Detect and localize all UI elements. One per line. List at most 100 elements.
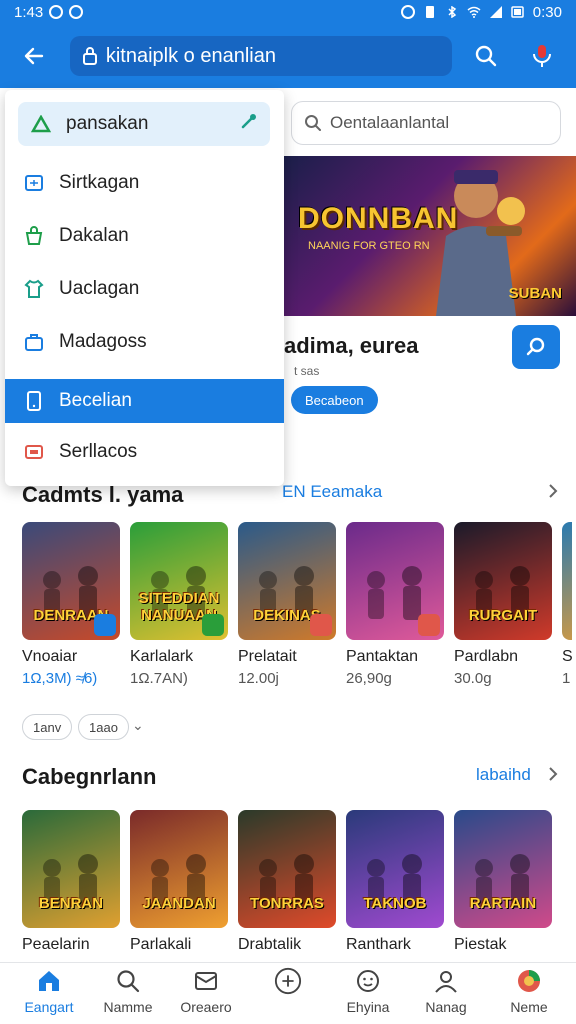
tag-icon [23, 441, 45, 463]
game-meta: 26,90g [346, 670, 392, 687]
nav-label: Nanag [425, 999, 467, 1015]
section-link[interactable]: labaihd [476, 765, 531, 785]
chevron-right-icon[interactable] [546, 767, 560, 781]
game-card[interactable]: S1 [562, 522, 572, 687]
game-card[interactable]: DEKINAS Prelatait 12.00j [238, 522, 336, 687]
search-icon [114, 967, 142, 995]
arrow-left-icon [24, 47, 44, 65]
menu-item-6[interactable]: Serllacos [5, 430, 284, 474]
game-card[interactable]: RURGAIT Pardlabn 30.0g [454, 522, 552, 687]
platform-badge-icon [418, 614, 440, 636]
search-input[interactable]: kitnaiplk o enanlian [69, 36, 453, 76]
game-meta: 12.00j [238, 670, 279, 687]
nav-item-create[interactable] [248, 967, 328, 1023]
game-title: Piestak [454, 936, 507, 953]
app-bar: kitnaiplk o enanlian [0, 24, 576, 88]
filter-chip[interactable]: 1aao [78, 714, 129, 740]
battery-icon [511, 6, 524, 18]
game-cover-image: RARTAIN [454, 810, 552, 928]
section-link[interactable]: EN Eeamaka [282, 482, 382, 502]
menu-item-3[interactable]: Uaclagan [5, 267, 284, 311]
game-cover-image [346, 522, 444, 640]
nav-item-inbox[interactable]: Oreaero [166, 967, 246, 1023]
game-cover-title: JAANDAN [142, 895, 216, 912]
game-title: Prelatait [238, 648, 297, 665]
menu-item-5[interactable]: Becelian [5, 379, 284, 423]
game-title: Pardlabn [454, 648, 519, 665]
game-title: S [562, 648, 572, 665]
game-cover-image: DENRAAN [22, 522, 120, 640]
platform-badge-icon [202, 614, 224, 636]
game-card[interactable]: RARTAIN Piestak [454, 810, 552, 954]
game-title: Karlalark [130, 648, 194, 665]
menu-item-4[interactable]: Madagoss [5, 320, 284, 364]
bottom-navigation: Eangart Namme Oreaero Ehyina Nanag Neme [0, 962, 576, 1024]
phone-icon [23, 390, 45, 412]
hero-banner[interactable]: DONNBAN NAANIG FOR GTEO RN SUBAN [284, 156, 576, 316]
category-dropdown-menu: pansakan Sirtkagan Dakalan Uaclagan Mada… [5, 90, 284, 486]
game-meta: 1Ω,3M) ≉6) [22, 670, 98, 687]
shirt-icon [23, 278, 45, 300]
game-card[interactable]: SITEDDIAN NANUAAN Karlalark 1Ω.7AN) [130, 522, 228, 687]
game-character-figure [562, 522, 572, 640]
game-meta: 30.0g [454, 670, 492, 687]
lock-icon [82, 47, 97, 65]
vibrate-icon [425, 6, 434, 18]
nav-item-profile[interactable]: Nanag [406, 967, 486, 1023]
game-cover-image: JAANDAN [130, 810, 228, 928]
game-title: Parlakali [130, 936, 192, 953]
game-card[interactable]: TONRRAS Drabtalik [238, 810, 336, 954]
inbox-icon [192, 967, 220, 995]
nav-item-face[interactable]: Ehyina [328, 967, 408, 1023]
search-icon [305, 115, 321, 131]
platform-badge-icon [94, 614, 116, 636]
section-title: Cabegnrlann [22, 764, 157, 789]
person-icon [432, 967, 460, 995]
game-title: Pantaktan [346, 648, 419, 665]
nav-label: Eangart [24, 999, 74, 1015]
menu-item-0[interactable]: pansakan [18, 102, 270, 146]
game-cover-image: TAKNOB [346, 810, 444, 928]
game-card[interactable]: DENRAAN Vnoaiar 1Ω,3M) ≉6) [22, 522, 120, 687]
game-title: Vnoaiar [22, 648, 78, 665]
content-search-placeholder: Oentalaanlantal [330, 113, 450, 132]
chevron-down-icon[interactable]: ⌄ [132, 717, 144, 734]
voice-button[interactable] [520, 34, 564, 78]
game-card[interactable]: Pantaktan 26,90g [346, 522, 444, 687]
platform-badge-icon [310, 614, 332, 636]
menu-item-label: Becelian [59, 390, 132, 411]
game-cover-title: TAKNOB [363, 895, 427, 912]
bluetooth-icon [448, 6, 456, 18]
notification-icon [49, 5, 64, 19]
nav-label: Oreaero [180, 999, 232, 1015]
hero-tag: SUBAN [508, 285, 562, 302]
game-cover-image [562, 522, 572, 640]
content-search-input[interactable]: Oentalaanlantal [291, 101, 561, 145]
home-icon [35, 967, 63, 995]
filter-chip[interactable]: 1anv [22, 714, 73, 740]
nav-item-account[interactable]: Neme [489, 967, 569, 1023]
nav-label: Namme [103, 999, 153, 1015]
game-card[interactable]: JAANDAN Parlakali [130, 810, 228, 954]
nav-item-search[interactable]: Namme [88, 967, 168, 1023]
status-bar: 1:43 0:30 [0, 0, 576, 24]
search-icon [526, 337, 545, 356]
feature-title: adima, eurea [284, 333, 419, 358]
game-card[interactable]: TAKNOB Ranthark [346, 810, 444, 954]
menu-item-label: Dakalan [59, 225, 129, 246]
menu-item-label: Madagoss [59, 331, 147, 352]
chevron-right-icon[interactable] [546, 484, 560, 498]
status-time: 1:43 [14, 3, 44, 21]
game-cover-image: BENRAN [22, 810, 120, 928]
search-button[interactable] [464, 34, 508, 78]
feature-search-button[interactable] [512, 325, 560, 369]
game-title: Peaelarin [22, 936, 90, 953]
menu-item-1[interactable]: Sirtkagan [5, 161, 284, 205]
back-button[interactable] [12, 34, 56, 78]
nav-item-home[interactable]: Eangart [9, 967, 89, 1023]
menu-item-2[interactable]: Dakalan [5, 214, 284, 258]
hero-subtitle: NAANIG FOR GTEO RN [308, 240, 430, 252]
game-card[interactable]: BENRAN Peaelarin [22, 810, 120, 954]
feature-action-button[interactable]: Becabeon [291, 386, 378, 414]
game-title: Drabtalik [238, 936, 302, 953]
